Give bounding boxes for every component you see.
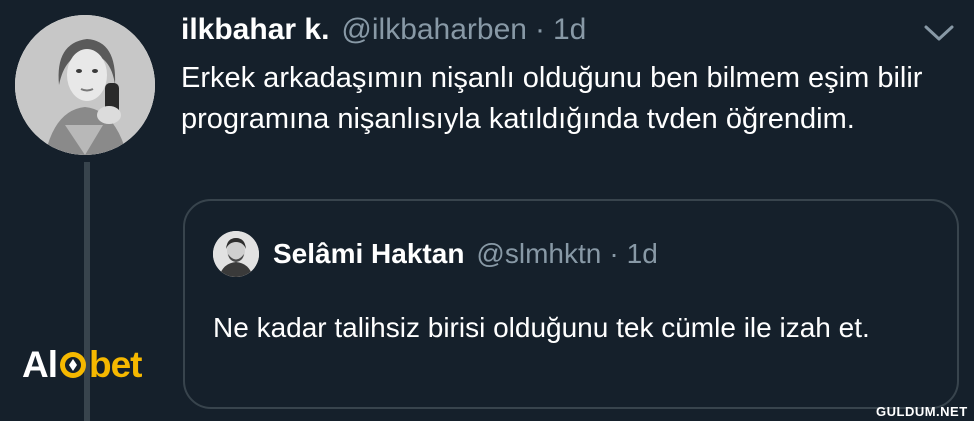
author-handle[interactable]: @ilkbaharben [341, 13, 527, 47]
author-avatar[interactable] [15, 15, 155, 155]
quoted-tweet-timestamp[interactable]: 1d [627, 238, 658, 270]
header-separator: · [534, 13, 545, 46]
alobet-logo: Al bet [22, 343, 142, 387]
author-display-name[interactable]: ilkbahar k. [181, 13, 329, 47]
logo-text-part2: bet [89, 344, 142, 385]
tweet-header: ilkbahar k. @ilkbaharben · 1d [181, 10, 586, 50]
site-watermark: GULDUM.NET [876, 404, 968, 419]
quoted-tweet-card[interactable]: Selâmi Haktan @slmhktn · 1d Ne kadar tal… [183, 199, 959, 409]
quoted-author-avatar-image [213, 231, 259, 277]
quoted-author-handle[interactable]: @slmhktn [476, 238, 601, 270]
quoted-author-display-name[interactable]: Selâmi Haktan [273, 238, 464, 270]
tweet-screenshot: ilkbahar k. @ilkbaharben · 1d Erkek arka… [0, 0, 974, 421]
logo-chip-icon [60, 352, 86, 378]
quoted-tweet-header: Selâmi Haktan @slmhktn · 1d [213, 231, 658, 277]
quoted-header-separator: · [609, 238, 619, 269]
logo-text-part1: Al [22, 344, 58, 385]
author-avatar-image [15, 15, 155, 155]
chevron-down-icon[interactable] [922, 22, 956, 44]
quoted-tweet-text: Ne kadar talihsiz birisi olduğunu tek cü… [213, 312, 870, 343]
quoted-author-avatar[interactable] [213, 231, 259, 277]
tweet-text: Erkek arkadaşımın nişanlı olduğunu ben b… [181, 62, 923, 135]
tweet-timestamp[interactable]: 1d [553, 13, 586, 47]
